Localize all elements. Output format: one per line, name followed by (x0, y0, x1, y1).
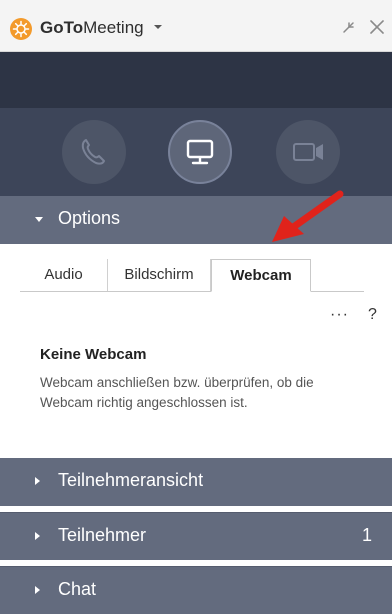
phone-button[interactable] (62, 120, 126, 184)
participant-count: 1 (361, 525, 372, 545)
red-arrow-annotation (272, 190, 344, 242)
title-bar: GoToMeeting (0, 0, 392, 52)
app-title-rest: Meeting (83, 18, 144, 37)
options-label: Options (58, 208, 121, 228)
session-header (0, 52, 392, 108)
gotomeeting-window: GoToMeeting Options Audio Bildschirm Web… (0, 0, 392, 614)
caret-right-icon (35, 586, 40, 594)
section-label: Chat (58, 579, 97, 599)
no-webcam-description: Webcam anschließen bzw. überprüfen, ob d… (40, 375, 314, 410)
webcam-icon (293, 143, 323, 161)
caret-down-icon (35, 217, 43, 222)
section-label: Teilnehmeransicht (58, 470, 204, 490)
pin-icon[interactable] (340, 18, 358, 36)
app-title-bold: GoTo (40, 18, 84, 37)
section-label: Teilnehmer (58, 525, 147, 545)
more-options-button[interactable]: ··· (330, 306, 349, 324)
section-teilnehmer[interactable]: Teilnehmer 1 (0, 512, 392, 560)
app-title[interactable]: GoToMeeting (40, 18, 144, 38)
options-tabs: Audio Bildschirm Webcam (20, 259, 364, 292)
help-button[interactable]: ? (368, 306, 377, 324)
section-chat[interactable]: Chat (0, 566, 392, 614)
section-teilnehmeransicht[interactable]: Teilnehmeransicht (0, 458, 392, 506)
control-bar (0, 108, 392, 196)
tab-audio[interactable]: Audio (20, 259, 108, 291)
chevron-down-icon[interactable] (152, 23, 164, 31)
phone-icon (81, 139, 105, 165)
close-icon[interactable] (368, 18, 386, 36)
options-panel: Audio Bildschirm Webcam ··· ? Keine Webc… (0, 244, 392, 458)
screen-share-button[interactable] (168, 120, 232, 184)
tab-bildschirm[interactable]: Bildschirm (108, 259, 211, 291)
webcam-button[interactable] (276, 120, 340, 184)
no-webcam-title: Keine Webcam (40, 346, 147, 363)
screen-share-icon (186, 139, 214, 165)
caret-right-icon (35, 532, 40, 540)
gotomeeting-logo-icon (10, 18, 32, 40)
caret-right-icon (35, 477, 40, 485)
tab-webcam[interactable]: Webcam (211, 259, 311, 292)
